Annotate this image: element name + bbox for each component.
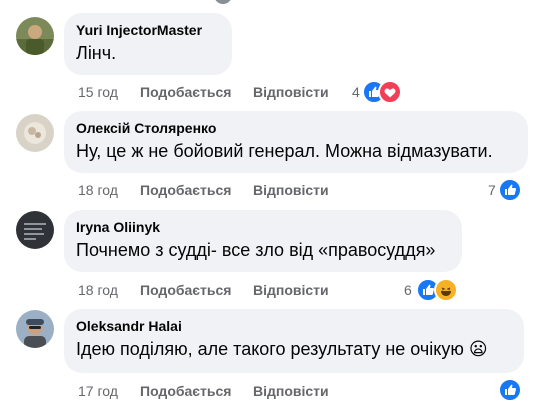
reactions-summary[interactable]: 7 — [488, 178, 528, 202]
avatar[interactable] — [16, 17, 54, 55]
comment-author[interactable]: Oleksandr Halai — [76, 317, 512, 335]
like-icon — [498, 378, 522, 402]
reactions-count: 4 — [352, 84, 360, 100]
comment-time[interactable]: 15 год — [78, 83, 118, 101]
like-button[interactable]: Подобається — [140, 281, 231, 299]
avatar[interactable] — [16, 114, 54, 152]
avatar[interactable] — [214, 0, 232, 4]
comment-bubble: Iryna Oliinyk Почнемо з судді- все зло в… — [64, 210, 462, 272]
reactions-summary[interactable]: 4 — [352, 80, 412, 104]
comment-text: Лінч. — [76, 43, 117, 63]
comment-author[interactable]: Yuri InjectorMaster — [76, 21, 220, 39]
comment-text: Ну, це ж не бойовий генерал. Можна відма… — [76, 141, 493, 161]
like-button[interactable]: Подобається — [140, 181, 231, 199]
haha-icon — [434, 278, 458, 302]
reactions-summary[interactable]: 6 — [404, 278, 464, 302]
reply-button[interactable]: Відповісти — [253, 83, 329, 101]
like-button[interactable]: Подобається — [140, 382, 231, 400]
reply-button[interactable]: Відповісти — [253, 281, 329, 299]
reactions-count: 6 — [404, 282, 412, 298]
reactions-count: 7 — [488, 182, 496, 198]
comment-text: Почнемо з судді- все зло від «правосуддя… — [76, 240, 436, 260]
comment-author[interactable]: Олексій Столяренко — [76, 119, 516, 137]
comment-bubble: Oleksandr Halai Ідею поділяю, але такого… — [64, 309, 524, 373]
comment-time[interactable]: 18 год — [78, 281, 118, 299]
love-icon — [378, 80, 402, 104]
like-icon — [498, 178, 522, 202]
avatar[interactable] — [16, 211, 54, 249]
comment-time[interactable]: 17 год — [78, 382, 118, 400]
comment-bubble: Олексій Столяренко Ну, це ж не бойовий г… — [64, 111, 528, 173]
like-button[interactable]: Подобається — [140, 83, 231, 101]
comment-text: Ідею поділяю, але такого результату не о… — [76, 339, 488, 359]
avatar[interactable] — [16, 310, 54, 348]
reply-button[interactable]: Відповісти — [253, 181, 329, 199]
reactions-summary[interactable] — [496, 378, 526, 402]
comment-time[interactable]: 18 год — [78, 181, 118, 199]
comment-bubble: Yuri InjectorMaster Лінч. — [64, 13, 232, 75]
comment-author[interactable]: Iryna Oliinyk — [76, 218, 450, 236]
reply-button[interactable]: Відповісти — [253, 382, 329, 400]
